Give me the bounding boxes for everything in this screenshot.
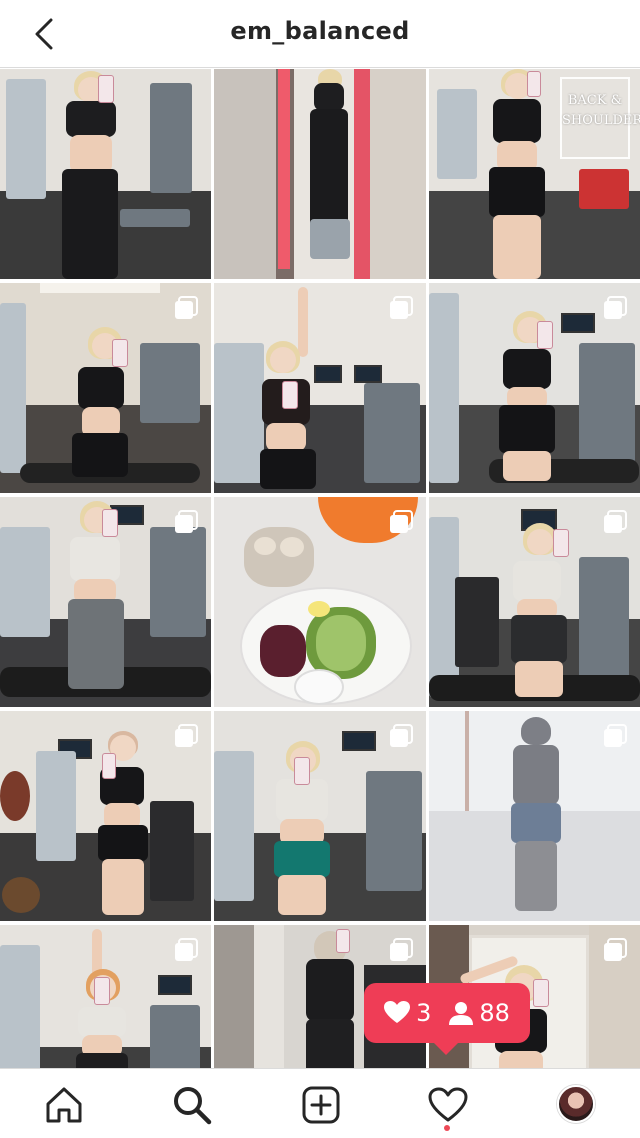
heart-icon bbox=[384, 1001, 411, 1023]
multiple-photos-icon bbox=[175, 938, 198, 961]
post-caption-overlay: BACK &SHOULDERS bbox=[560, 77, 640, 159]
multiple-photos-icon bbox=[604, 724, 627, 747]
person-icon bbox=[449, 1002, 474, 1025]
multiple-photos-icon bbox=[604, 510, 627, 533]
followers-count-value: 88 bbox=[479, 999, 510, 1027]
post-thumbnail[interactable] bbox=[214, 497, 426, 707]
multiple-photos-icon bbox=[604, 938, 627, 961]
likes-count-value: 3 bbox=[416, 999, 432, 1027]
post-thumbnail[interactable] bbox=[0, 283, 211, 493]
tab-home[interactable] bbox=[42, 1083, 86, 1127]
post-thumbnail[interactable] bbox=[214, 69, 426, 279]
multiple-photos-icon bbox=[390, 510, 413, 533]
photo-grid: BACK &SHOULDERS bbox=[0, 69, 640, 1135]
multiple-photos-icon bbox=[175, 510, 198, 533]
multiple-photos-icon bbox=[604, 296, 627, 319]
tab-activity[interactable] bbox=[426, 1083, 470, 1127]
activity-indicator-dot bbox=[444, 1125, 450, 1131]
profile-avatar[interactable] bbox=[557, 1085, 595, 1123]
tab-new-post[interactable] bbox=[299, 1083, 343, 1127]
multiple-photos-icon bbox=[390, 724, 413, 747]
top-bar: em_balanced bbox=[0, 0, 640, 68]
post-image bbox=[214, 69, 426, 279]
post-thumbnail[interactable] bbox=[429, 711, 640, 921]
post-thumbnail[interactable]: BACK &SHOULDERS bbox=[429, 69, 640, 279]
post-image bbox=[0, 69, 211, 279]
post-thumbnail[interactable] bbox=[429, 497, 640, 707]
search-icon bbox=[174, 1087, 212, 1125]
tab-search[interactable] bbox=[170, 1083, 214, 1127]
new-post-icon bbox=[302, 1086, 340, 1124]
post-thumbnail[interactable] bbox=[429, 283, 640, 493]
likes-count: 3 bbox=[384, 999, 431, 1027]
multiple-photos-icon bbox=[175, 724, 198, 747]
home-icon bbox=[46, 1087, 82, 1123]
post-thumbnail[interactable] bbox=[214, 711, 426, 921]
activity-notification[interactable]: 3 88 bbox=[364, 983, 530, 1055]
multiple-photos-icon bbox=[175, 296, 198, 319]
multiple-photos-icon bbox=[390, 938, 413, 961]
page-title: em_balanced bbox=[230, 17, 410, 45]
multiple-photos-icon bbox=[390, 296, 413, 319]
post-thumbnail[interactable] bbox=[0, 69, 211, 279]
post-thumbnail[interactable] bbox=[0, 497, 211, 707]
post-thumbnail[interactable] bbox=[0, 711, 211, 921]
bottom-tab-bar bbox=[0, 1068, 640, 1138]
activity-icon bbox=[428, 1087, 468, 1122]
post-thumbnail[interactable] bbox=[214, 283, 426, 493]
followers-count: 88 bbox=[449, 999, 510, 1027]
